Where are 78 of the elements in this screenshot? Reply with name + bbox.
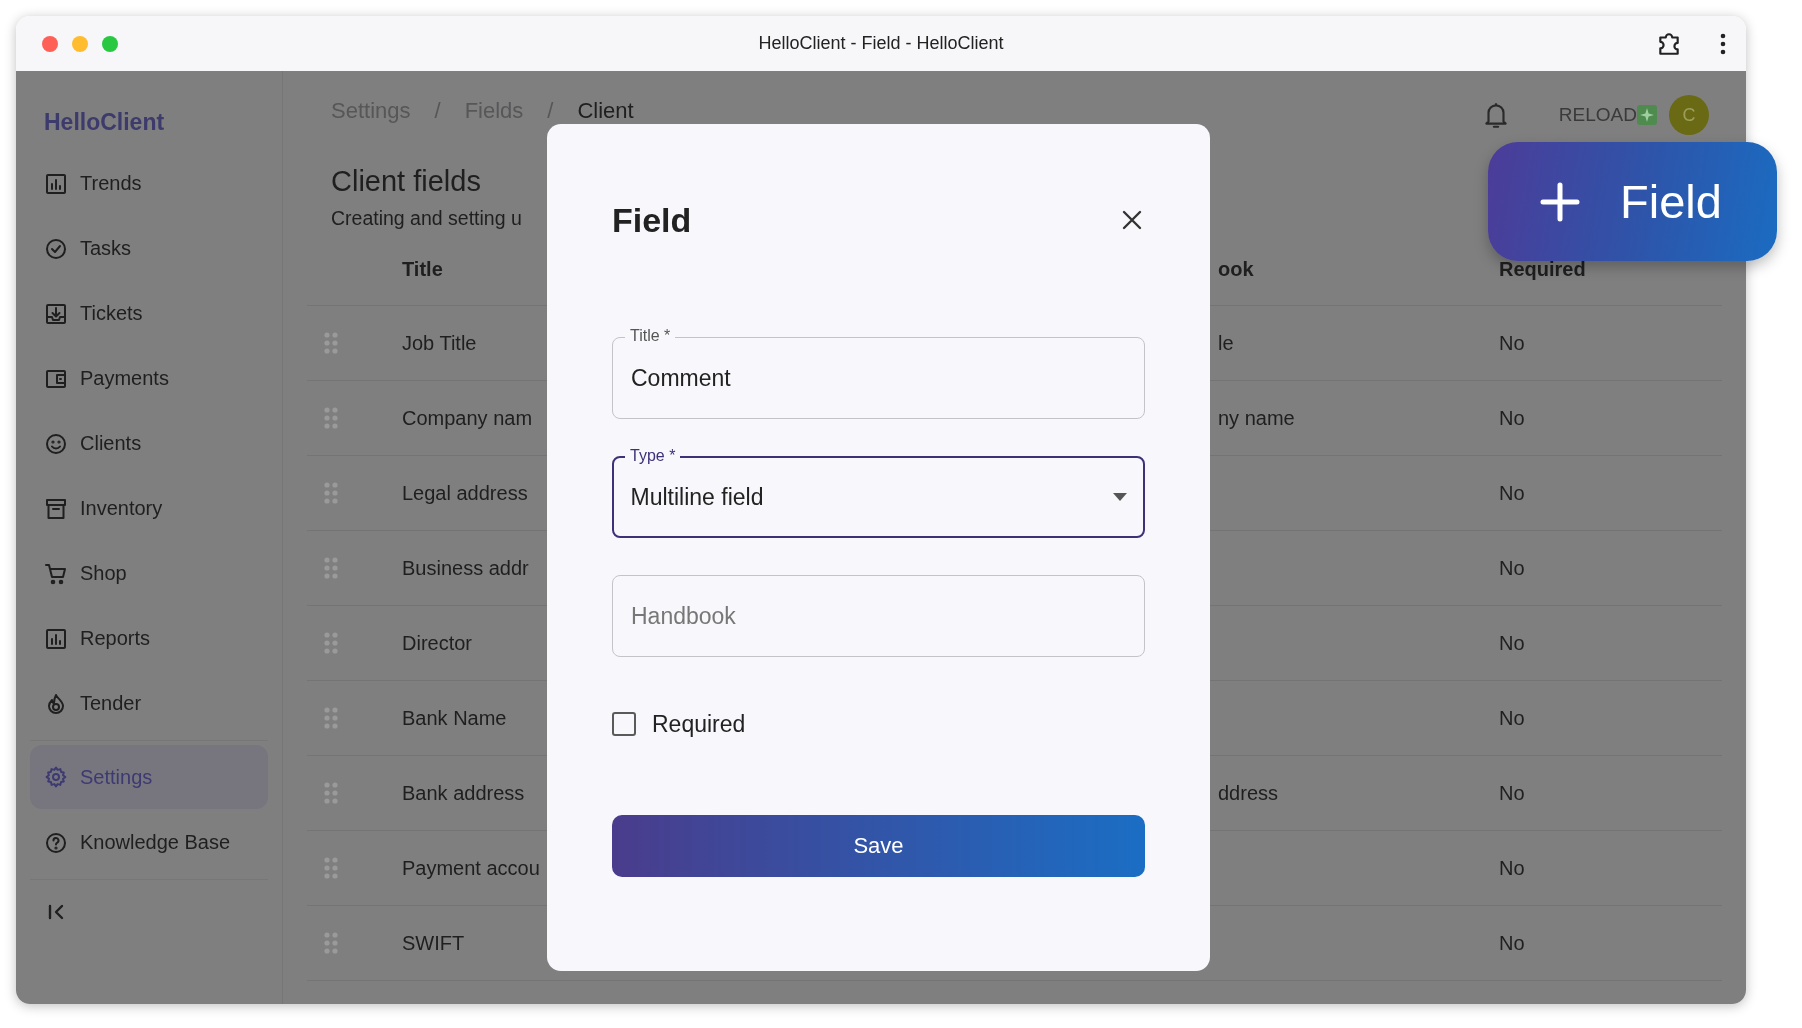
table-cell-text: No <box>1499 781 1526 805</box>
sidebar-item[interactable]: Tickets <box>30 281 268 346</box>
dropdown-caret-icon <box>1112 493 1127 501</box>
add-field-button[interactable]: Field <box>1488 142 1777 261</box>
window-control-button[interactable] <box>72 35 88 52</box>
table-cell-text: No <box>1499 706 1526 730</box>
window-title: HelloClient - Field - HelloClient <box>758 33 1004 54</box>
inbox-icon <box>44 301 68 326</box>
sidebar-item[interactable]: Tasks <box>30 216 268 281</box>
table-cell-text: No <box>1499 406 1526 430</box>
table-cell-text: Payment accou <box>402 856 541 880</box>
sidebar-item[interactable]: Reports <box>30 606 268 671</box>
table-cell-text: Legal address <box>402 481 529 505</box>
check-circle-icon <box>44 236 68 261</box>
save-button[interactable]: Save <box>612 815 1145 877</box>
window-control-button[interactable] <box>102 35 118 52</box>
table-cell-text: No <box>1499 856 1526 880</box>
table-cell-text: Bank address <box>402 781 526 805</box>
sidebar-item[interactable]: Payments <box>30 346 268 411</box>
table-cell-text: No <box>1499 931 1526 955</box>
input-field[interactable]: Handbook <box>612 575 1145 657</box>
column-header: Required <box>1499 258 1587 281</box>
drag-handle-icon[interactable] <box>324 481 338 505</box>
drag-handle-icon[interactable] <box>324 856 338 880</box>
table-cell-text: Business addr <box>402 556 530 580</box>
page-subtitle: Creating and setting u <box>331 207 522 229</box>
plus-icon <box>1540 181 1580 222</box>
extension-icon[interactable] <box>1656 30 1682 57</box>
drag-handle-icon[interactable] <box>324 556 338 580</box>
column-header: Title <box>402 258 444 281</box>
table-cell-text: No <box>1499 331 1526 355</box>
checkbox-label: Required <box>652 710 746 738</box>
table-cell-text: Job Title <box>402 331 478 355</box>
archive-icon <box>44 496 68 521</box>
settings-icon <box>44 765 68 789</box>
drag-handle-icon[interactable] <box>324 931 338 955</box>
chart-icon <box>44 626 68 651</box>
cart-icon <box>44 561 68 586</box>
table-cell-text: ddress <box>1218 781 1280 805</box>
table-cell-text: Company nam <box>402 406 534 430</box>
close-button[interactable] <box>1121 209 1143 231</box>
sidebar-item[interactable]: Settings <box>30 745 268 809</box>
more-icon[interactable] <box>1720 32 1726 55</box>
reload-label[interactable]: RELOAD <box>1558 104 1637 126</box>
chart-icon <box>44 171 68 196</box>
sidebar-item[interactable]: Clients <box>30 411 268 476</box>
drag-handle-icon[interactable] <box>324 406 338 430</box>
table-cell-text: No <box>1499 556 1526 580</box>
breadcrumb-separator: / <box>434 98 441 124</box>
field-label: Type * <box>625 446 681 466</box>
dialog-title: Field <box>612 200 692 240</box>
table-cell-text: SWIFT <box>402 931 466 955</box>
column-header: ook <box>1218 258 1255 281</box>
drag-handle-icon[interactable] <box>324 631 338 655</box>
drag-handle-icon[interactable] <box>324 781 338 805</box>
drag-handle-icon[interactable] <box>324 331 338 355</box>
sidebar-item[interactable]: Tender <box>30 671 268 736</box>
window-control-button[interactable] <box>42 35 58 52</box>
app-logo-text: HelloClient <box>44 108 165 136</box>
checkbox[interactable] <box>612 712 636 736</box>
table-cell-text: le <box>1218 331 1235 355</box>
table-cell-text: Director <box>402 631 473 655</box>
table-cell-text: Bank Name <box>402 706 508 730</box>
sidebar-item[interactable]: Knowledge Base <box>30 810 268 875</box>
drag-handle-icon[interactable] <box>324 706 338 730</box>
table-cell-text: No <box>1499 631 1526 655</box>
smiley-icon <box>44 431 68 456</box>
breadcrumb-separator: / <box>547 98 554 124</box>
table-cell-text: No <box>1499 481 1526 505</box>
help-icon <box>44 830 68 855</box>
sidebar-item[interactable]: Trends <box>30 151 268 216</box>
page-title: Client fields <box>331 165 481 197</box>
table-cell-text: ny name <box>1218 406 1296 430</box>
sidebar-item[interactable]: Shop <box>30 541 268 606</box>
sparkle-badge-icon <box>1637 105 1657 125</box>
collapse-icon[interactable] <box>46 902 66 922</box>
notification-bell-icon[interactable] <box>1482 100 1509 130</box>
sidebar-item[interactable]: Inventory <box>30 476 268 541</box>
